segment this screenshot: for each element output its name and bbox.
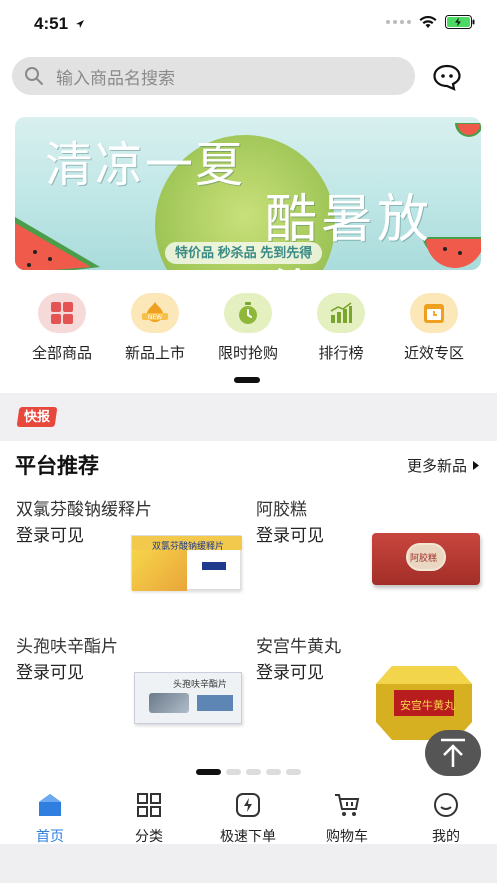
quick-menu-page-indicator	[234, 377, 260, 383]
signal-icon	[386, 20, 411, 24]
product-price: 登录可见	[16, 663, 84, 682]
tab-quick-order[interactable]: 极速下单	[203, 792, 293, 846]
profile-icon	[434, 793, 458, 817]
product-image: 阿胶糕	[372, 533, 480, 585]
cart-icon	[335, 794, 360, 816]
new-badge-icon: NEW	[142, 302, 168, 322]
status-time: 4:51	[34, 14, 85, 34]
tab-profile[interactable]: 我的	[401, 792, 491, 846]
tab-label: 购物车	[326, 828, 368, 844]
more-label: 更多新品	[406, 458, 467, 475]
tab-label: 首页	[36, 828, 64, 844]
status-bar: 4:51	[0, 0, 497, 48]
news-tag: 快报	[16, 407, 58, 427]
quick-menu-label: 排行榜	[318, 345, 364, 362]
battery-charging-icon	[445, 15, 475, 29]
carousel-indicator	[196, 769, 301, 775]
watermelon-small-icon	[455, 123, 481, 137]
recommend-header: 平台推荐 更多新品	[0, 441, 497, 485]
chat-bubble-icon	[433, 64, 461, 91]
tab-cart[interactable]: 购物车	[302, 792, 392, 846]
location-arrow-icon	[75, 20, 84, 28]
category-icon	[137, 793, 161, 817]
search-placeholder: 输入商品名搜索	[56, 68, 175, 88]
tab-category[interactable]: 分类	[104, 792, 194, 846]
quick-menu: 全部商品 NEW 新品上市 限时抢购 排行榜 近效专区	[0, 293, 497, 373]
timer-icon	[239, 302, 257, 324]
product-price: 登录可见	[16, 526, 84, 545]
product-price: 登录可见	[256, 526, 324, 545]
quick-menu-all-products[interactable]: 全部商品	[17, 293, 107, 363]
triangle-right-icon	[473, 461, 479, 470]
quick-menu-flash-sale[interactable]: 限时抢购	[203, 293, 293, 363]
quick-menu-label: 限时抢购	[217, 345, 278, 362]
product-name: 安宫牛黄丸	[256, 637, 341, 656]
product-name: 双氯芬酸钠缓释片	[16, 500, 152, 519]
banner-title: 清凉一夏	[45, 137, 246, 193]
quick-menu-label: 新品上市	[124, 345, 185, 362]
search-icon	[25, 67, 43, 85]
tab-bar: 首页 分类 极速下单 购物车 我的	[0, 782, 497, 844]
more-new-products-link[interactable]: 更多新品	[407, 455, 479, 476]
product-card[interactable]: 阿胶糕 登录可见 阿胶糕	[256, 495, 496, 630]
svg-text:NEW: NEW	[148, 314, 162, 321]
product-name: 头孢呋辛酯片	[16, 637, 118, 656]
promo-banner[interactable]: 清凉一夏 酷暑放价 特价品 秒杀品 先到先得	[15, 117, 481, 270]
banner-tagline: 特价品 秒杀品 先到先得	[165, 242, 323, 264]
product-price: 登录可见	[256, 663, 324, 682]
news-ticker[interactable]: 快报	[0, 393, 497, 441]
quick-menu-near-expiry[interactable]: 近效专区	[389, 293, 479, 363]
product-image: 头孢呋辛酯片	[134, 672, 242, 724]
arrow-up-icon	[441, 738, 465, 767]
quick-menu-new-products[interactable]: NEW 新品上市	[110, 293, 200, 363]
product-name: 阿胶糕	[256, 500, 307, 519]
product-box-text: 头孢呋辛酯片	[173, 679, 228, 689]
back-to-top-button[interactable]	[425, 730, 481, 776]
product-card[interactable]: 双氯芬酸钠缓释片 登录可见 双氯芬酸钠缓释片	[16, 495, 256, 630]
quick-menu-ranking[interactable]: 排行榜	[296, 293, 386, 363]
lightning-icon	[236, 793, 260, 817]
calendar-icon	[424, 304, 444, 323]
product-box-text: 阿胶糕	[410, 553, 438, 563]
product-card[interactable]: 头孢呋辛酯片 登录可见 头孢呋辛酯片	[16, 632, 256, 767]
home-indicator-area	[0, 844, 497, 883]
tab-label: 分类	[135, 828, 163, 844]
home-icon	[39, 794, 61, 816]
tab-home[interactable]: 首页	[5, 792, 95, 846]
wifi-icon	[419, 15, 437, 28]
watermelon-icon	[15, 217, 100, 270]
status-icons	[386, 15, 475, 29]
section-title: 平台推荐	[15, 455, 99, 478]
tab-label: 极速下单	[220, 828, 276, 844]
message-button[interactable]	[432, 63, 462, 91]
quick-menu-label: 近效专区	[403, 345, 464, 362]
product-image: 双氯芬酸钠缓释片	[131, 535, 242, 591]
chart-icon	[330, 302, 352, 323]
tab-label: 我的	[432, 828, 460, 844]
search-input[interactable]: 输入商品名搜索	[12, 57, 415, 95]
grid-icon	[51, 302, 73, 324]
quick-menu-label: 全部商品	[31, 345, 92, 362]
product-box-text: 安宫牛黄丸	[400, 700, 455, 712]
